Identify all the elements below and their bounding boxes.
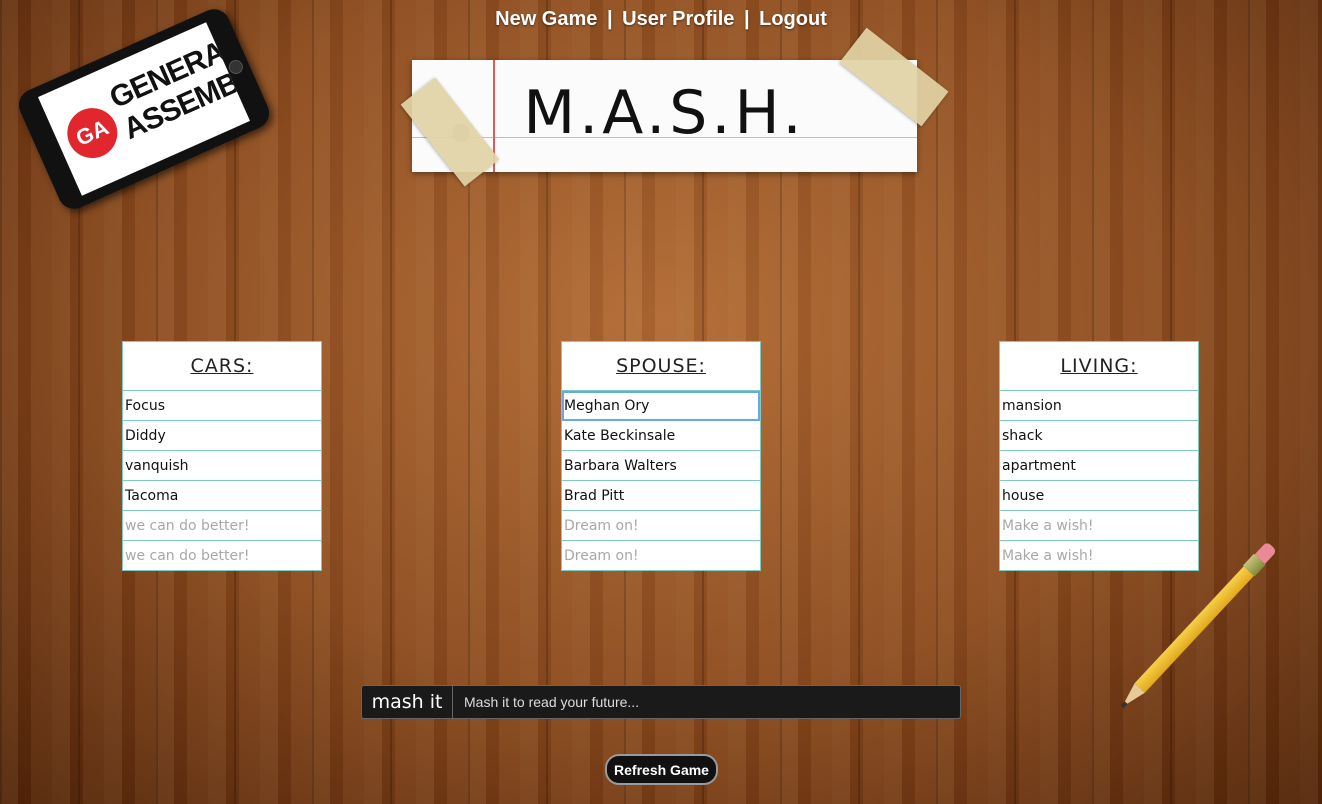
- spouse-input[interactable]: Dream on!: [562, 541, 760, 570]
- refresh-game-button[interactable]: Refresh Game: [605, 754, 718, 785]
- cars-input[interactable]: Focus: [123, 391, 321, 421]
- logo-screen: GA GENERAL ASSEMBLY: [37, 22, 251, 196]
- cars-input[interactable]: we can do better!: [123, 511, 321, 541]
- living-input[interactable]: shack: [1000, 421, 1198, 451]
- cars-input[interactable]: we can do better!: [123, 541, 321, 570]
- cars-column: CARS: Focus Diddy vanquish Tacoma we can…: [122, 341, 322, 571]
- spouse-input-focused[interactable]: Meghan Ory: [562, 391, 760, 421]
- column-header: SPOUSE:: [562, 342, 760, 391]
- nav-separator: |: [743, 8, 750, 30]
- spouse-input[interactable]: Barbara Walters: [562, 451, 760, 481]
- living-input[interactable]: house: [1000, 481, 1198, 511]
- living-input[interactable]: Make a wish!: [1000, 511, 1198, 541]
- living-input[interactable]: Make a wish!: [1000, 541, 1198, 570]
- cars-input[interactable]: vanquish: [123, 451, 321, 481]
- living-column: LIVING: mansion shack apartment house Ma…: [999, 341, 1199, 571]
- general-assembly-logo: GA GENERAL ASSEMBLY: [13, 4, 275, 214]
- page-title: M.A.S.H.: [523, 78, 806, 148]
- phone-button-icon: [226, 57, 246, 77]
- mash-it-button[interactable]: mash it: [362, 686, 453, 718]
- logo-text: GENERAL ASSEMBLY: [105, 22, 250, 147]
- column-header: LIVING:: [1000, 342, 1198, 391]
- pencil-body: [1134, 566, 1254, 693]
- future-output-field[interactable]: Mash it to read your future...: [453, 686, 960, 718]
- cars-input[interactable]: Diddy: [123, 421, 321, 451]
- spouse-input[interactable]: Dream on!: [562, 511, 760, 541]
- spouse-column: SPOUSE: Meghan Ory Kate Beckinsale Barba…: [561, 341, 761, 571]
- cars-input[interactable]: Tacoma: [123, 481, 321, 511]
- new-game-link[interactable]: New Game: [495, 8, 597, 30]
- column-header: CARS:: [123, 342, 321, 391]
- nav-separator: |: [606, 8, 613, 30]
- spouse-input[interactable]: Kate Beckinsale: [562, 421, 760, 451]
- spouse-input[interactable]: Brad Pitt: [562, 481, 760, 511]
- user-profile-link[interactable]: User Profile: [622, 8, 734, 30]
- living-input[interactable]: mansion: [1000, 391, 1198, 421]
- logout-link[interactable]: Logout: [759, 8, 827, 30]
- living-input[interactable]: apartment: [1000, 451, 1198, 481]
- mash-bar: mash it Mash it to read your future...: [361, 685, 961, 719]
